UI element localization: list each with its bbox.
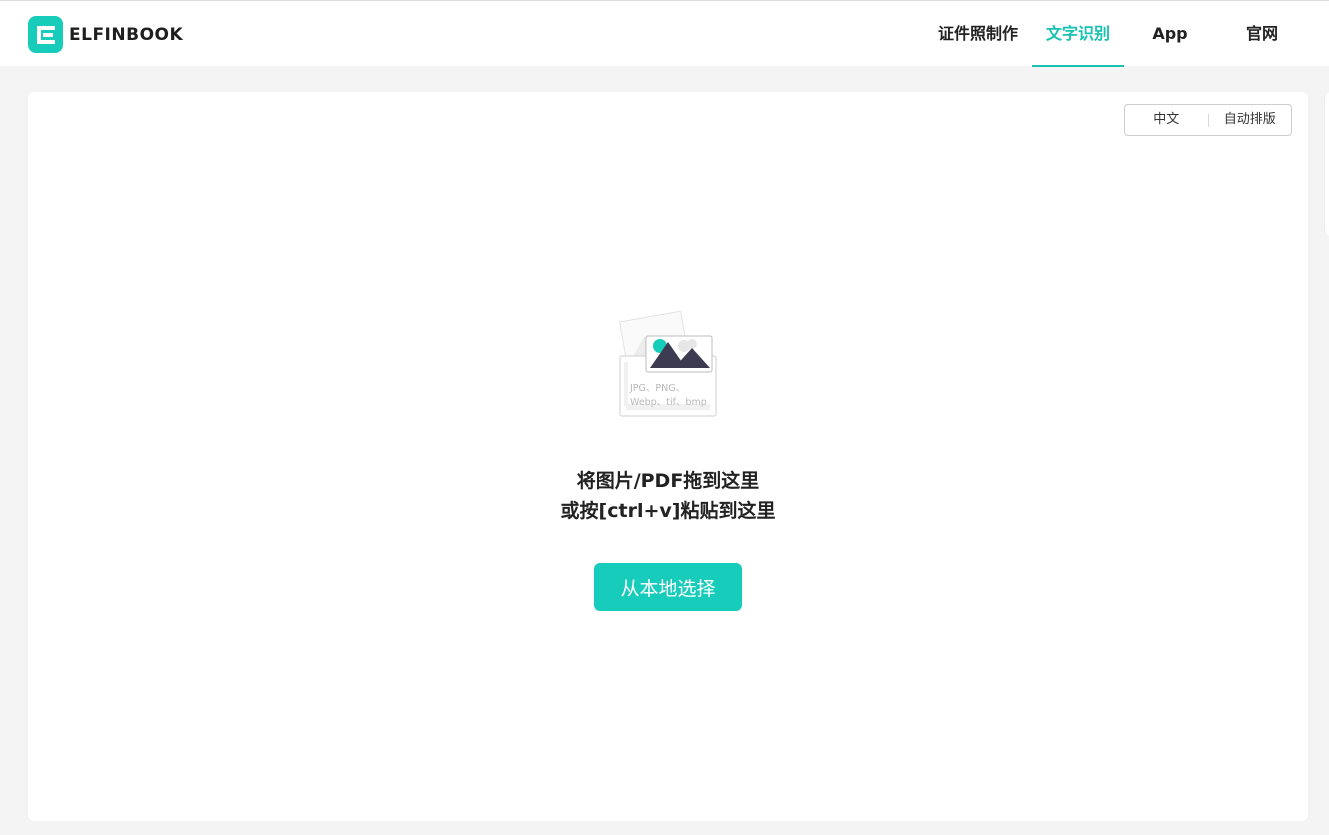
upload-card[interactable]: 中文 自动排版 JPG、PNG、 Webp、tif、bmp 将图片/PDF拖到这…	[28, 92, 1308, 821]
nav-official-site[interactable]: 官网	[1222, 1, 1302, 67]
nav-id-photo[interactable]: 证件照制作	[930, 1, 1026, 67]
image-upload-illustration: JPG、PNG、 Webp、tif、bmp	[616, 304, 720, 424]
drop-hint: 将图片/PDF拖到这里	[576, 470, 760, 492]
format-caption-line1: JPG、PNG、	[630, 383, 686, 394]
side-panel-edge	[1324, 92, 1329, 236]
nav-text-recognition[interactable]: 文字识别	[1032, 1, 1124, 67]
logo[interactable]: ELFINBOOK	[28, 16, 183, 53]
logo-text: ELFINBOOK	[69, 24, 184, 45]
nav-app[interactable]: App	[1130, 1, 1210, 67]
language-selector[interactable]: 中文	[1125, 105, 1208, 135]
layout-selector[interactable]: 自动排版	[1209, 105, 1292, 135]
elfinbook-logo-icon	[28, 16, 63, 53]
choose-local-file-button[interactable]: 从本地选择	[594, 563, 742, 611]
format-caption-line2: Webp、tif、bmp	[630, 397, 707, 408]
recognition-options: 中文 自动排版	[1124, 104, 1292, 136]
paste-hint: 或按[ctrl+v]粘贴到这里	[560, 500, 776, 522]
top-navigation-bar: ELFINBOOK 证件照制作 文字识别 App 官网	[0, 0, 1329, 67]
